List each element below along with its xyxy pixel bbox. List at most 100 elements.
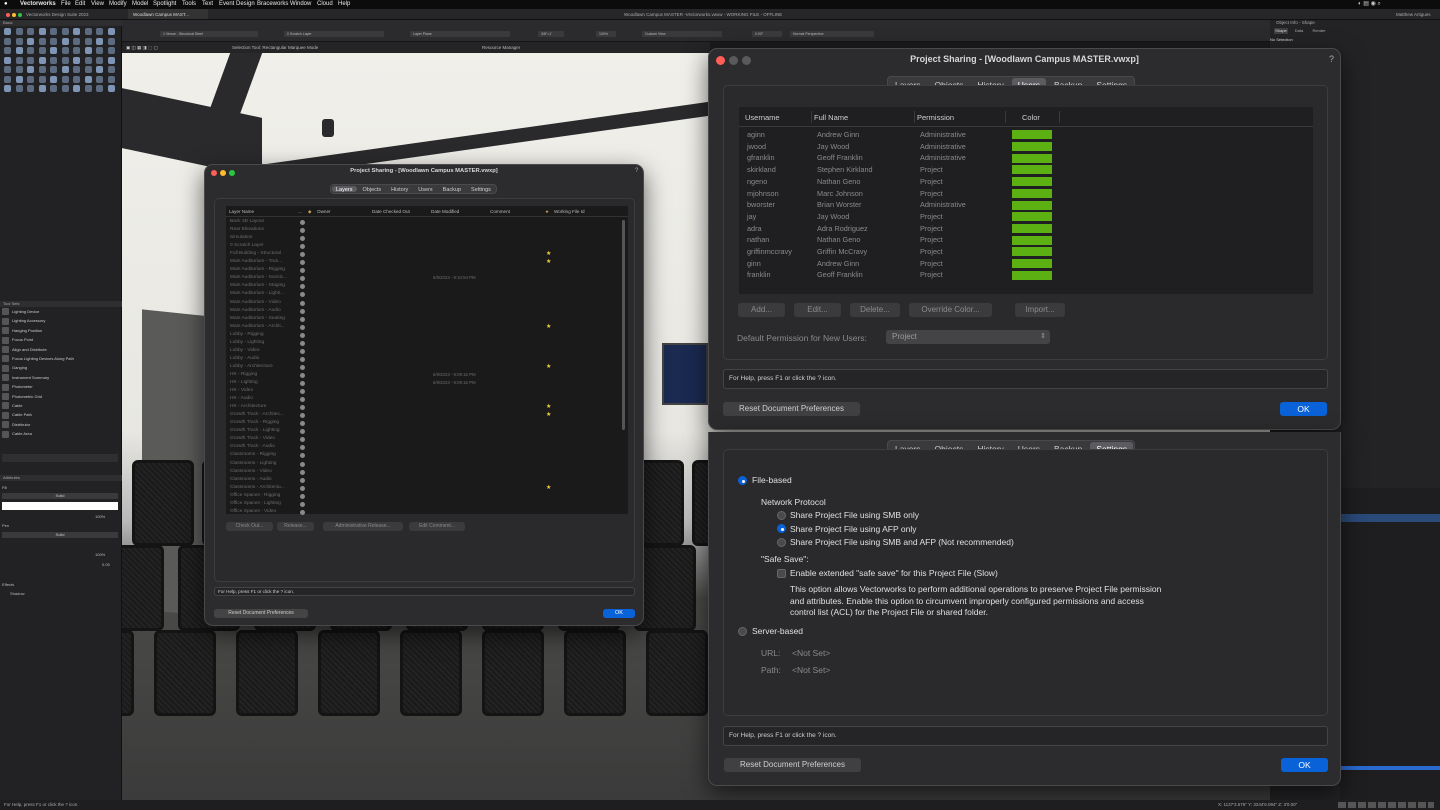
tool-set-item[interactable]: Photometric Grid	[2, 392, 42, 401]
user-color-swatch[interactable]	[1012, 235, 1052, 245]
layer-row[interactable]: Lobby - Video	[226, 347, 628, 355]
view-dropdown[interactable]: Custom View	[642, 31, 722, 37]
drawing-tool-icon[interactable]	[84, 47, 92, 54]
fill-style-dropdown[interactable]: Solid	[2, 493, 118, 499]
drawing-tool-icon[interactable]	[15, 56, 23, 64]
delete-user-button[interactable]: Delete...	[850, 303, 900, 317]
tab-backup[interactable]: Backup	[439, 186, 465, 193]
tab-shape[interactable]: Shape	[1274, 28, 1288, 34]
override-color-button[interactable]: Override Color...	[909, 303, 992, 317]
status-bar-buttons[interactable]	[1338, 802, 1434, 808]
col-permission[interactable]: Permission	[917, 113, 954, 122]
tool-set-item[interactable]: Lighting Accessory	[2, 316, 45, 325]
menu-file[interactable]: File	[61, 0, 71, 9]
drawing-tool-icon[interactable]	[4, 75, 11, 83]
layer-row[interactable]: Classrooms - Architectu... ★	[226, 484, 628, 492]
ok-button[interactable]: OK	[1280, 402, 1327, 416]
file-based-radio[interactable]	[738, 476, 747, 485]
drawing-tool-icon[interactable]	[61, 85, 69, 92]
drawing-tool-icon[interactable]	[15, 85, 23, 92]
layer-row[interactable]: Rear Elevations	[226, 226, 628, 234]
shadow-label[interactable]: Shadow	[10, 591, 24, 596]
add-user-button[interactable]: Add...	[738, 303, 785, 317]
ok-button[interactable]: OK	[1281, 758, 1328, 772]
tab-render[interactable]: Render	[1312, 28, 1326, 34]
drawing-tool-icon[interactable]	[4, 66, 11, 73]
layer-row[interactable]: Main Auditorium - Lighti...	[226, 290, 628, 298]
menu-event-design[interactable]: Event Design	[219, 0, 255, 9]
tool-set-item[interactable]: Instrument Summary	[2, 373, 49, 382]
drawing-tool-icon[interactable]	[4, 37, 11, 45]
menu-view[interactable]: View	[91, 0, 104, 9]
fill-color-swatch[interactable]	[2, 502, 118, 510]
drawing-tool-icon[interactable]	[27, 75, 34, 83]
layer-row[interactable]: 0 Scratch Layer	[226, 242, 628, 250]
layer-row[interactable]: Office Spaces - Lighting	[226, 500, 628, 508]
plane-dropdown[interactable]: Layer Plane	[410, 31, 510, 37]
layer-row[interactable]: Lobby - Architecture ★	[226, 363, 628, 371]
drawing-tool-icon[interactable]	[15, 28, 23, 35]
user-row[interactable]: ginn Andrew Ginn Project	[739, 258, 1313, 270]
drawing-tool-icon[interactable]	[38, 47, 46, 54]
drawing-tool-icon[interactable]	[84, 28, 92, 35]
drawing-tool-icon[interactable]	[27, 56, 34, 64]
tab-objects[interactable]: Objects	[359, 186, 386, 193]
layer-row[interactable]: HK - Lighting 6/9/2023 - 9:09:16 PM	[226, 379, 628, 387]
drawing-tool-icon[interactable]	[50, 85, 57, 92]
drawing-tool-icon[interactable]	[73, 37, 80, 45]
layer-row[interactable]: Lobby - Audio	[226, 355, 628, 363]
drawing-tool-icon[interactable]	[50, 28, 57, 35]
user-row[interactable]: franklin Geoff Franklin Project	[739, 269, 1313, 281]
drawing-tool-icon[interactable]	[96, 47, 103, 54]
drawing-tool-icon[interactable]	[107, 47, 115, 54]
col-layer-name[interactable]: Layer Name	[229, 206, 254, 217]
layer-row[interactable]: Office Spaces - Video	[226, 508, 628, 516]
drawing-tool-icon[interactable]	[61, 56, 69, 64]
user-row[interactable]: gfranklin Geoff Franklin Administrative	[739, 152, 1313, 164]
drawing-tool-icon[interactable]	[4, 28, 11, 35]
drawing-tool-icon[interactable]	[107, 85, 115, 92]
layer-row[interactable]: HK - Audio	[226, 395, 628, 403]
release-button[interactable]: Release...	[277, 522, 314, 531]
smb-and-afp-radio[interactable]	[777, 538, 786, 547]
layer-row[interactable]: HK - Video	[226, 387, 628, 395]
reset-document-preferences-button[interactable]: Reset Document Preferences	[723, 402, 860, 416]
import-users-button[interactable]: Import...	[1015, 303, 1065, 317]
layer-row[interactable]: Growth Track - Video	[226, 435, 628, 443]
menu-cloud[interactable]: Cloud	[317, 0, 333, 9]
tool-set-item[interactable]: Photometer	[2, 382, 33, 391]
drawing-tool-icon[interactable]	[61, 28, 69, 35]
menu-help[interactable]: Help	[338, 0, 350, 9]
drawing-tool-icon[interactable]	[50, 66, 57, 73]
layer-dropdown[interactable]: 0 Scratch Layer	[284, 31, 384, 37]
drawing-tool-icon[interactable]	[61, 47, 69, 54]
drawing-tool-icon[interactable]	[107, 66, 115, 73]
user-color-swatch[interactable]	[1012, 165, 1052, 175]
apple-icon[interactable]: ●	[4, 0, 8, 9]
tab-settings[interactable]: Settings	[467, 186, 495, 193]
tool-set-item[interactable]: Cable	[2, 401, 22, 410]
drawing-tool-icon[interactable]	[61, 66, 69, 73]
tool-set-item[interactable]: Cable Path	[2, 410, 32, 419]
tool-set-item[interactable]: Lighting Device	[2, 307, 39, 316]
layer-row[interactable]: Growth Track - Architec... ★	[226, 411, 628, 419]
drawing-tool-icon[interactable]	[96, 85, 103, 92]
user-color-swatch[interactable]	[1012, 200, 1052, 210]
drawing-tool-icon[interactable]	[38, 85, 46, 92]
layer-row[interactable]: Growth Track - Rigging	[226, 419, 628, 427]
menu-edit[interactable]: Edit	[75, 0, 85, 9]
layer-row[interactable]: Classrooms - Audio	[226, 476, 628, 484]
menu-text[interactable]: Text	[202, 0, 213, 9]
col-more[interactable]: ...	[298, 206, 302, 217]
drawing-tool-icon[interactable]	[15, 47, 23, 54]
pen-style-dropdown[interactable]: Solid	[2, 532, 118, 538]
user-row[interactable]: skirkland Stephen Kirkland Project	[739, 164, 1313, 176]
layer-row[interactable]: Main Auditorium - Trus... ★	[226, 258, 628, 266]
layer-row[interactable]: Classrooms - Video	[226, 468, 628, 476]
drawing-tool-icon[interactable]	[73, 28, 80, 35]
tool-set-item[interactable]: Hanging Position	[2, 326, 42, 335]
tool-set-item[interactable]: Ganging	[2, 363, 27, 372]
drawing-tool-icon[interactable]	[96, 37, 103, 45]
drawing-tool-icon[interactable]	[38, 28, 46, 35]
menu-braceworks[interactable]: Braceworks	[257, 0, 288, 9]
